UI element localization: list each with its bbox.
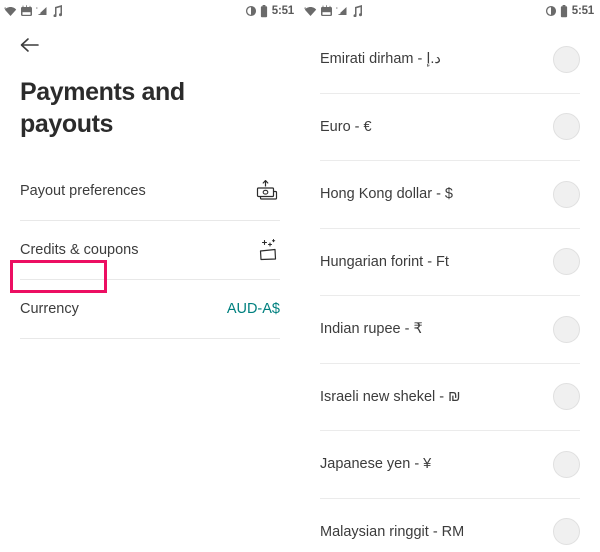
signal-icon xyxy=(36,5,48,17)
status-bar-left-icons xyxy=(304,5,362,17)
wifi-icon xyxy=(4,5,17,17)
currency-radio-button[interactable] xyxy=(553,315,580,343)
currency-option-label: Hong Kong dollar - $ xyxy=(320,186,453,203)
mobile-data-icon xyxy=(20,5,33,17)
music-note-icon xyxy=(351,5,362,17)
currency-option-label: Israeli new shekel - ₪ xyxy=(320,388,461,405)
music-note-icon xyxy=(51,5,62,17)
battery-icon xyxy=(560,4,568,18)
back-navigation-row xyxy=(0,22,300,68)
setting-row-payout-preferences[interactable]: Payout preferences xyxy=(0,162,300,220)
left-panel-payments-screen: 5:51 Payments and payouts Payout prefere… xyxy=(0,0,300,552)
status-bar-left: 5:51 xyxy=(0,0,300,22)
status-bar-right: 5:51 xyxy=(300,0,600,22)
currency-radio-button[interactable] xyxy=(553,383,580,411)
currency-option-label: Hungarian forint - Ft xyxy=(320,253,449,270)
currency-option-label: Emirati dirham - د.إ xyxy=(320,51,441,68)
currency-option-list: Emirati dirham - د.إ Euro - € Hong Kong … xyxy=(300,22,600,552)
back-arrow-icon[interactable] xyxy=(17,32,43,58)
payout-card-icon xyxy=(256,180,280,202)
currency-radio-button[interactable] xyxy=(553,180,580,208)
currency-radio-button[interactable] xyxy=(553,113,580,141)
currency-radio-button[interactable] xyxy=(553,518,580,546)
signal-icon xyxy=(336,5,348,17)
vibrate-icon xyxy=(245,5,257,17)
currency-radio-button[interactable] xyxy=(553,45,580,73)
battery-icon xyxy=(260,4,268,18)
status-bar-clock: 5:51 xyxy=(571,5,594,17)
dual-screenshot-container: 5:51 Payments and payouts Payout prefere… xyxy=(0,0,600,552)
currency-radio-button[interactable] xyxy=(553,450,580,478)
page-title: Payments and payouts xyxy=(20,78,185,138)
setting-label-currency: Currency xyxy=(20,301,79,317)
setting-row-currency[interactable]: Currency AUD-A$ xyxy=(0,280,300,338)
status-bar-right-icons: 5:51 xyxy=(245,4,294,18)
currency-option-row[interactable]: Hong Kong dollar - $ xyxy=(300,161,600,228)
currency-option-row[interactable]: Euro - € xyxy=(300,94,600,161)
wifi-icon xyxy=(304,5,317,17)
setting-label: Payout preferences xyxy=(20,183,146,199)
mobile-data-icon xyxy=(320,5,333,17)
divider xyxy=(20,338,280,339)
right-panel-currency-picker: 5:51 Emirati dirham - د.إ Euro - € Hong … xyxy=(300,0,600,552)
currency-option-row[interactable]: Emirati dirham - د.إ xyxy=(300,26,600,93)
currency-value: AUD-A$ xyxy=(226,301,280,317)
coupon-sparkle-icon xyxy=(256,238,280,262)
currency-option-row[interactable]: Japanese yen - ¥ xyxy=(300,431,600,498)
currency-option-row[interactable]: Israeli new shekel - ₪ xyxy=(300,364,600,431)
settings-list: Payout preferences Credits & coupons Cur… xyxy=(0,162,300,339)
currency-option-row[interactable]: Hungarian forint - Ft xyxy=(300,229,600,296)
setting-row-credits-coupons[interactable]: Credits & coupons xyxy=(0,221,300,279)
currency-option-row[interactable]: Indian rupee - ₹ xyxy=(300,296,600,363)
currency-option-label: Indian rupee - ₹ xyxy=(320,321,423,338)
currency-option-label: Malaysian ringgit - RM xyxy=(320,523,465,540)
currency-option-label: Japanese yen - ¥ xyxy=(320,456,432,473)
currency-option-label: Euro - € xyxy=(320,118,372,135)
status-bar-clock: 5:51 xyxy=(271,5,294,17)
currency-radio-button[interactable] xyxy=(553,248,580,276)
status-bar-left-icons xyxy=(4,5,62,17)
status-bar-right-icons: 5:51 xyxy=(545,4,594,18)
setting-label: Credits & coupons xyxy=(20,242,139,258)
currency-option-row[interactable]: Malaysian ringgit - RM xyxy=(300,499,600,552)
vibrate-icon xyxy=(545,5,557,17)
